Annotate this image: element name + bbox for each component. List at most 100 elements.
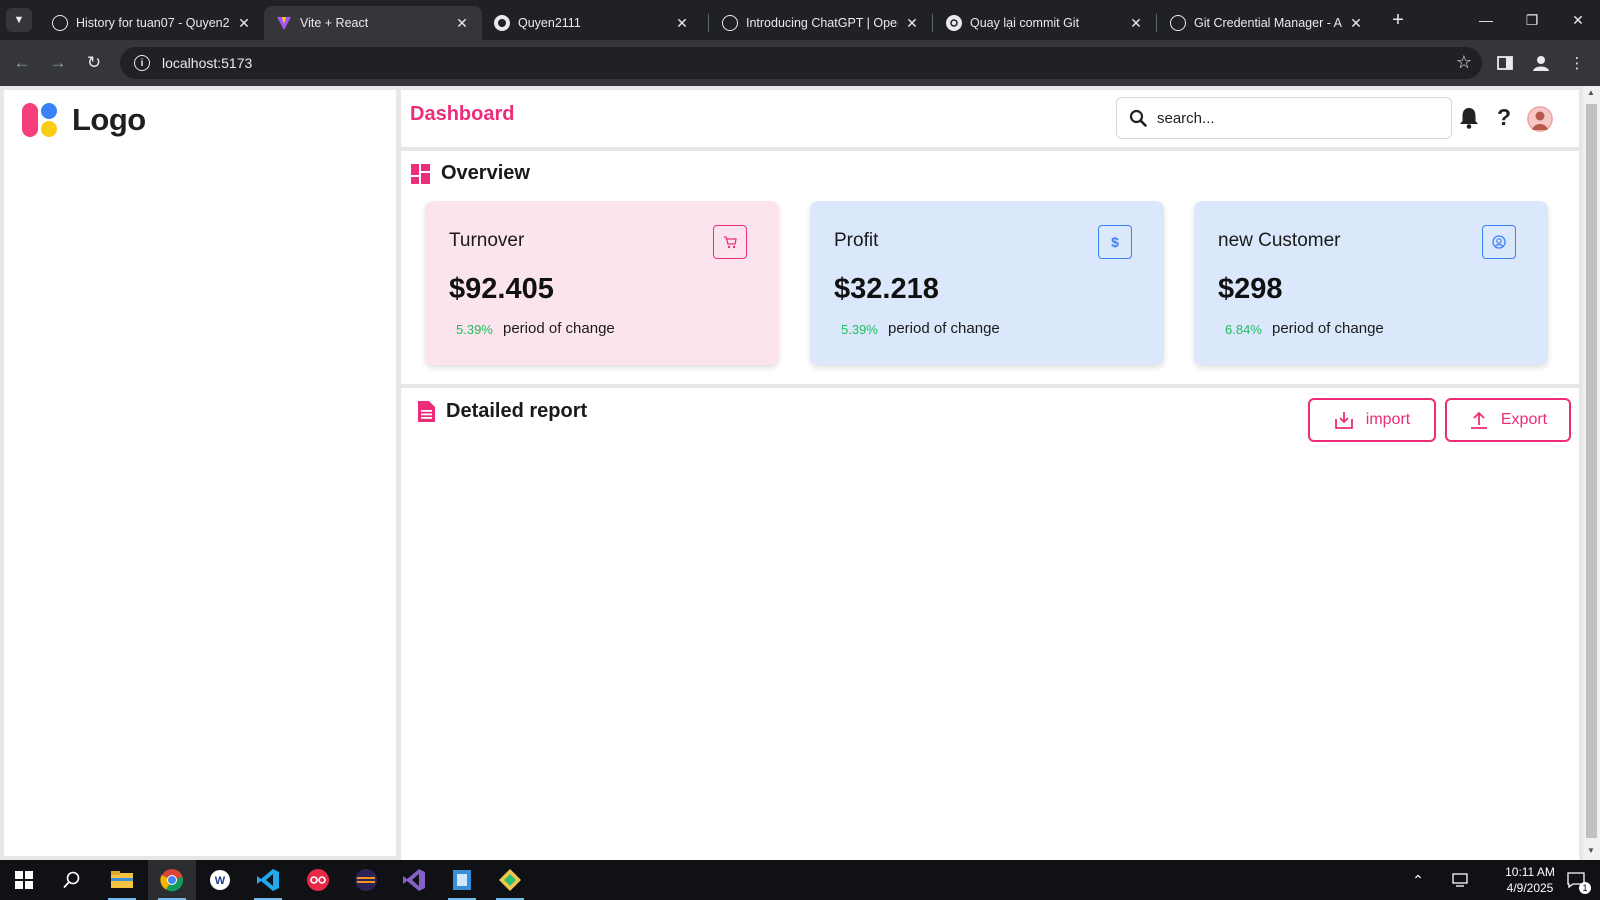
card-change: 5.39% xyxy=(456,322,493,337)
tab-title: Git Credential Manager - Aut xyxy=(1194,16,1342,30)
card-period: period of change xyxy=(503,320,615,337)
scroll-down-icon[interactable]: ▼ xyxy=(1587,846,1595,855)
minimize-button[interactable]: — xyxy=(1463,6,1509,34)
close-tab-icon[interactable]: ✕ xyxy=(1348,15,1364,32)
browser-tab-strip: ▼ History for tuan07 - Quyen2111 ✕ Vite … xyxy=(0,0,1600,40)
cart-icon[interactable] xyxy=(713,225,747,259)
close-window-button[interactable]: ✕ xyxy=(1555,6,1600,34)
windows-taskbar: W ⌃ 10:11 AM 4/9/2025 1 xyxy=(0,860,1600,900)
close-tab-icon[interactable]: ✕ xyxy=(674,15,690,32)
dollar-icon[interactable]: $ xyxy=(1098,225,1132,259)
side-panel-icon[interactable] xyxy=(1494,52,1516,74)
tab-separator xyxy=(708,14,709,32)
back-button[interactable]: ← xyxy=(10,51,34,75)
logo-mark-icon xyxy=(22,103,64,137)
close-tab-icon[interactable]: ✕ xyxy=(904,15,920,32)
eclipse-icon[interactable] xyxy=(342,860,390,900)
card-title: Turnover xyxy=(449,230,525,251)
vite-icon xyxy=(276,15,292,31)
close-tab-icon[interactable]: ✕ xyxy=(454,15,470,32)
chrome-icon[interactable] xyxy=(148,860,196,900)
reload-button[interactable]: ↻ xyxy=(82,51,106,75)
avatar[interactable] xyxy=(1527,106,1553,132)
tab-vite-react[interactable]: Vite + React ✕ xyxy=(264,6,482,40)
network-icon[interactable] xyxy=(1442,860,1478,900)
search-box[interactable] xyxy=(1116,97,1452,139)
chevron-up-icon[interactable]: ⌃ xyxy=(1400,860,1436,900)
new-tab-button[interactable]: + xyxy=(1386,8,1410,32)
tab-title: History for tuan07 - Quyen2111 xyxy=(76,16,230,30)
document-icon xyxy=(418,401,435,422)
search-icon xyxy=(1129,109,1147,127)
profile-icon[interactable] xyxy=(1530,52,1552,74)
close-tab-icon[interactable]: ✕ xyxy=(1128,15,1144,32)
app-colorful-icon[interactable] xyxy=(486,860,534,900)
import-button[interactable]: import xyxy=(1308,398,1436,442)
notification-center-icon[interactable]: 1 xyxy=(1556,860,1596,900)
page-scrollbar[interactable]: ▲ ▼ xyxy=(1583,86,1600,860)
overview-heading: Overview xyxy=(411,162,530,185)
card-period: period of change xyxy=(888,320,1000,337)
dashboard-icon xyxy=(411,163,430,184)
export-button[interactable]: Export xyxy=(1445,398,1571,442)
file-explorer-icon[interactable] xyxy=(98,860,146,900)
overview-title: Overview xyxy=(441,162,530,184)
tab-title: Introducing ChatGPT | OpenAI xyxy=(746,16,898,30)
help-icon[interactable]: ? xyxy=(1497,104,1511,131)
tab-quyen2111[interactable]: Quyen2111 ✕ xyxy=(482,6,702,40)
detailed-report-section: Detailed report import Export xyxy=(401,388,1579,860)
search-icon[interactable] xyxy=(48,860,96,900)
card-title: Profit xyxy=(834,230,879,251)
tab-quay-lai-commit[interactable]: Quay lại commit Git ✕ xyxy=(934,6,1156,40)
notification-count-badge: 1 xyxy=(1579,882,1591,894)
scrollbar-thumb[interactable] xyxy=(1586,104,1597,838)
tab-search-button[interactable]: ▼ xyxy=(6,8,32,32)
forward-button[interactable]: → xyxy=(46,51,70,75)
upload-icon xyxy=(1470,411,1487,429)
openai-icon xyxy=(722,15,738,31)
svg-text:W: W xyxy=(215,875,226,887)
tab-separator xyxy=(932,14,933,32)
visual-studio-icon[interactable] xyxy=(390,860,438,900)
bell-icon[interactable] xyxy=(1459,107,1479,134)
user-circle-icon[interactable] xyxy=(1482,225,1516,259)
windows-start-icon[interactable] xyxy=(0,860,48,900)
stat-card-profit: Profit $ $32.218 5.39% period of change xyxy=(810,201,1164,365)
logo-text: Logo xyxy=(72,102,146,137)
tab-chatgpt[interactable]: Introducing ChatGPT | OpenAI ✕ xyxy=(710,6,932,40)
tab-history[interactable]: History for tuan07 - Quyen2111 ✕ xyxy=(40,6,264,40)
tab-title: Vite + React xyxy=(300,16,369,30)
logo[interactable]: Logo xyxy=(22,102,146,138)
close-tab-icon[interactable]: ✕ xyxy=(236,15,252,32)
card-period: period of change xyxy=(1272,320,1384,337)
tab-title: Quyen2111 xyxy=(518,16,581,30)
import-label: import xyxy=(1365,411,1411,428)
globe-icon xyxy=(1170,15,1186,31)
scroll-up-icon[interactable]: ▲ xyxy=(1587,88,1595,97)
page-viewport: Logo Dashboard ? Overview Turnover $92.4… xyxy=(0,86,1600,860)
card-change: 6.84% xyxy=(1225,322,1262,337)
page-title: Dashboard xyxy=(410,103,515,125)
app-red-icon[interactable] xyxy=(294,860,342,900)
github-icon xyxy=(52,15,68,31)
tab-git-credential[interactable]: Git Credential Manager - Aut ✕ xyxy=(1158,6,1376,40)
search-input[interactable] xyxy=(1157,109,1417,127)
vscode-icon[interactable] xyxy=(244,860,292,900)
site-info-icon[interactable]: i xyxy=(134,55,150,71)
export-label: Export xyxy=(1500,411,1548,428)
address-bar[interactable]: i localhost:5173 ☆ xyxy=(120,47,1482,79)
chevron-down-icon: ▼ xyxy=(13,14,25,26)
card-value: $32.218 xyxy=(834,273,939,305)
restore-button[interactable]: ❐ xyxy=(1509,6,1555,34)
stat-card-turnover: Turnover $92.405 5.39% period of change xyxy=(425,201,779,365)
overview-section: Overview Turnover $92.405 5.39% period o… xyxy=(401,151,1579,384)
app-circle-icon[interactable]: W xyxy=(196,860,244,900)
download-tray-icon xyxy=(1334,412,1353,429)
github-icon xyxy=(494,15,510,31)
bookmark-star-icon[interactable]: ☆ xyxy=(1456,52,1472,73)
app-blue-doc-icon[interactable] xyxy=(438,860,486,900)
more-menu-icon[interactable]: ⋮ xyxy=(1566,52,1588,74)
card-title: new Customer xyxy=(1218,230,1341,251)
card-change: 5.39% xyxy=(841,322,878,337)
card-value: $298 xyxy=(1218,273,1283,305)
